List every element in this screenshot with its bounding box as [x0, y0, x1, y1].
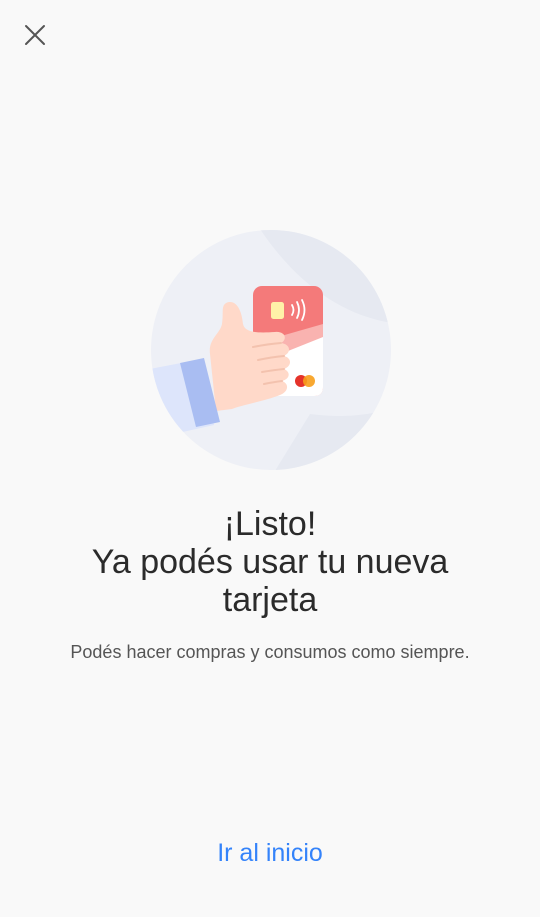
success-title: ¡Listo! Ya podés usar tu nueva tarjeta: [0, 505, 540, 619]
card-illustration: [150, 229, 392, 471]
hand-holding-card-icon: [151, 230, 391, 470]
title-line-3: tarjeta: [222, 581, 318, 619]
title-line-1: ¡Listo!: [223, 505, 317, 543]
success-subtitle: Podés hacer compras y consumos como siem…: [70, 642, 470, 662]
go-home-link[interactable]: Ir al inicio: [170, 830, 370, 876]
close-button[interactable]: [14, 14, 56, 56]
title-line-2: Ya podés usar tu nueva: [91, 543, 449, 581]
close-icon: [25, 25, 45, 45]
